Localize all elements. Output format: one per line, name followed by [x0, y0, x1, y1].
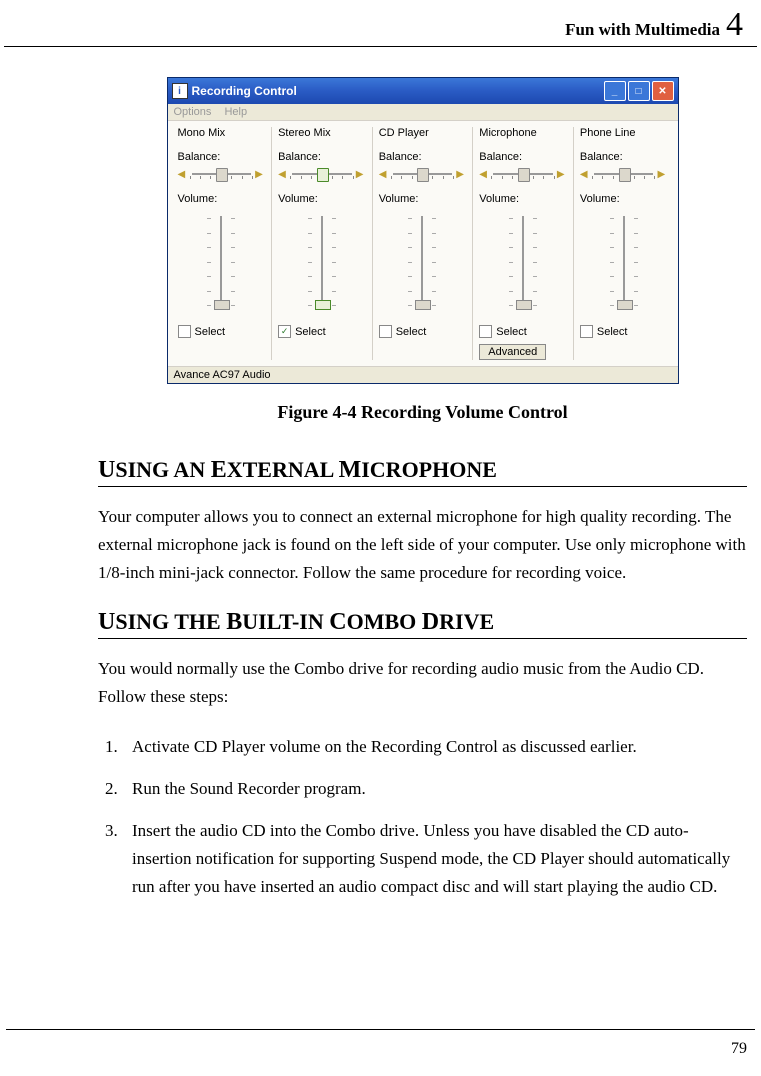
select-label: Select	[396, 326, 427, 338]
channel-name: Mono Mix	[178, 127, 266, 141]
channel-cd-player: CD PlayerBalance:◀▶Volume:Select	[373, 127, 474, 360]
statusbar: Avance AC97 Audio	[168, 366, 678, 383]
speaker-right-icon: ▶	[557, 169, 567, 179]
select-label: Select	[597, 326, 628, 338]
volume-label: Volume:	[379, 193, 467, 205]
advanced-button[interactable]: Advanced	[479, 344, 546, 360]
speaker-right-icon: ▶	[356, 169, 366, 179]
menubar: Options Help	[168, 104, 678, 121]
channel-stereo-mix: Stereo MixBalance:◀▶Volume:✓Select	[272, 127, 373, 360]
step-item: Run the Sound Recorder program.	[122, 775, 747, 803]
close-button[interactable]: ✕	[652, 81, 674, 101]
speaker-right-icon: ▶	[255, 169, 265, 179]
balance-slider[interactable]: ◀▶	[178, 165, 266, 183]
maximize-button[interactable]: □	[628, 81, 650, 101]
select-label: Select	[195, 326, 226, 338]
balance-label: Balance:	[278, 151, 366, 163]
select-checkbox[interactable]	[580, 325, 593, 338]
speaker-left-icon: ◀	[379, 169, 389, 179]
speaker-left-icon: ◀	[278, 169, 288, 179]
volume-slider[interactable]	[402, 212, 442, 312]
channel-phone-line: Phone LineBalance:◀▶Volume:Select	[574, 127, 674, 360]
step-item: Activate CD Player volume on the Recordi…	[122, 733, 747, 761]
recording-control-window: i Recording Control _ □ ✕ Options Help M…	[167, 77, 679, 384]
volume-slider[interactable]	[604, 212, 644, 312]
step-item: Insert the audio CD into the Combo drive…	[122, 817, 747, 901]
volume-label: Volume:	[479, 193, 567, 205]
volume-label: Volume:	[278, 193, 366, 205]
volume-label: Volume:	[178, 193, 266, 205]
balance-slider[interactable]: ◀▶	[580, 165, 668, 183]
minimize-button[interactable]: _	[604, 81, 626, 101]
balance-label: Balance:	[479, 151, 567, 163]
footer-rule	[6, 1029, 755, 1030]
volume-slider[interactable]	[503, 212, 543, 312]
balance-slider[interactable]: ◀▶	[278, 165, 366, 183]
balance-label: Balance:	[379, 151, 467, 163]
channel-name: Stereo Mix	[278, 127, 366, 141]
steps-list: Activate CD Player volume on the Recordi…	[98, 733, 747, 901]
menu-options[interactable]: Options	[174, 106, 212, 118]
speaker-right-icon: ▶	[456, 169, 466, 179]
combo-body: You would normally use the Combo drive f…	[98, 655, 747, 711]
select-checkbox[interactable]: ✓	[278, 325, 291, 338]
speaker-left-icon: ◀	[580, 169, 590, 179]
channel-name: CD Player	[379, 127, 467, 141]
select-checkbox[interactable]	[479, 325, 492, 338]
window-titlebar[interactable]: i Recording Control _ □ ✕	[168, 78, 678, 104]
speaker-left-icon: ◀	[479, 169, 489, 179]
select-label: Select	[295, 326, 326, 338]
select-label: Select	[496, 326, 527, 338]
channel-name: Microphone	[479, 127, 567, 141]
ext-mic-body: Your computer allows you to connect an e…	[98, 503, 747, 587]
channel-mono-mix: Mono MixBalance:◀▶Volume:Select	[172, 127, 273, 360]
channels-panel: Mono MixBalance:◀▶Volume:SelectStereo Mi…	[168, 121, 678, 366]
balance-slider[interactable]: ◀▶	[379, 165, 467, 183]
speaker-left-icon: ◀	[178, 169, 188, 179]
menu-help[interactable]: Help	[224, 106, 247, 118]
channel-name: Phone Line	[580, 127, 668, 141]
app-icon: i	[172, 83, 188, 99]
section-heading-ext-mic: USING AN EXTERNAL MICROPHONE	[98, 457, 747, 487]
window-title: Recording Control	[192, 84, 604, 98]
page-number: 79	[731, 1040, 747, 1058]
select-checkbox[interactable]	[178, 325, 191, 338]
volume-label: Volume:	[580, 193, 668, 205]
volume-slider[interactable]	[302, 212, 342, 312]
page-header: Fun with Multimedia 4	[4, 0, 757, 47]
balance-slider[interactable]: ◀▶	[479, 165, 567, 183]
section-heading-combo: USING THE BUILT-IN COMBO DRIVE	[98, 609, 747, 639]
volume-slider[interactable]	[201, 212, 241, 312]
header-title: Fun with Multimedia	[565, 20, 720, 40]
speaker-right-icon: ▶	[657, 169, 667, 179]
balance-label: Balance:	[178, 151, 266, 163]
select-checkbox[interactable]	[379, 325, 392, 338]
chapter-number: 4	[726, 6, 743, 44]
balance-label: Balance:	[580, 151, 668, 163]
figure-caption: Figure 4-4 Recording Volume Control	[98, 402, 747, 423]
channel-microphone: MicrophoneBalance:◀▶Volume:SelectAdvance…	[473, 127, 574, 360]
